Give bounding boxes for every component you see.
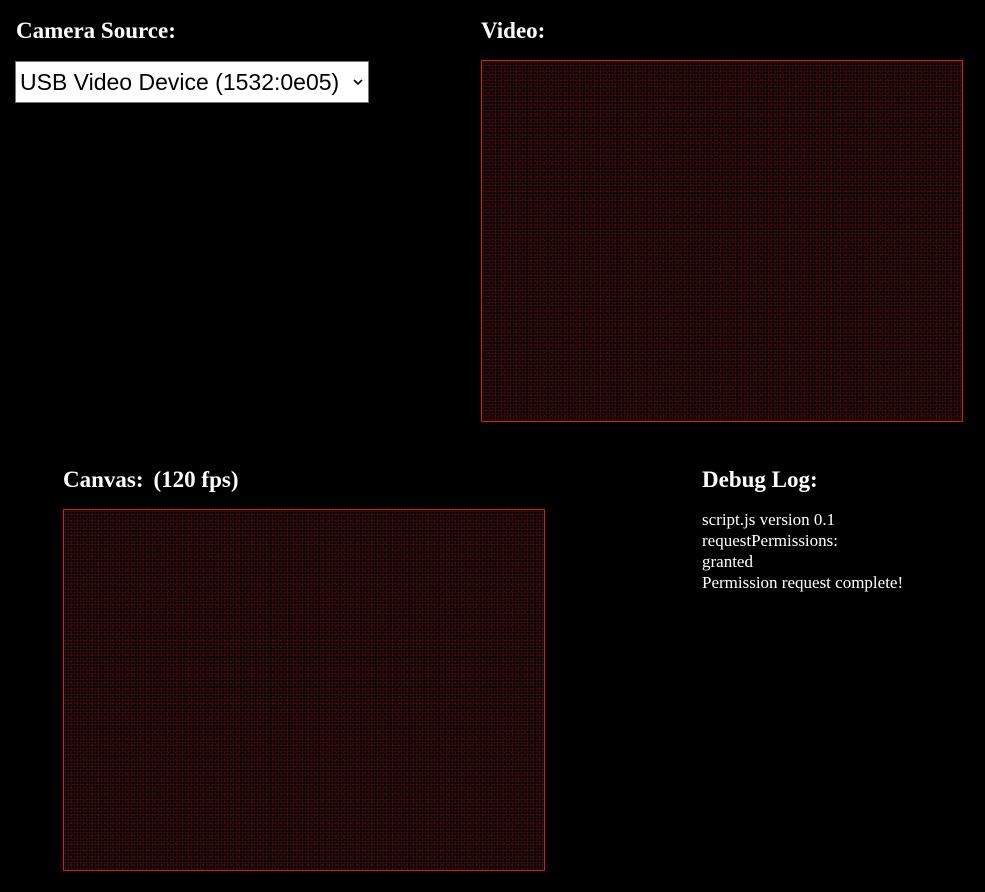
- debug-log-line: granted: [702, 552, 753, 571]
- camera-source-selected-value: USB Video Device (1532:0e05): [20, 68, 340, 95]
- camera-test-page: Camera Source: USB Video Device (1532:0e…: [0, 0, 985, 892]
- canvas-feed: [63, 509, 545, 871]
- canvas-heading: Canvas: (120 fps): [63, 466, 239, 494]
- chevron-down-icon: [353, 79, 363, 86]
- debug-log-label: Debug Log:: [702, 467, 818, 492]
- canvas-label: Canvas:: [63, 467, 144, 492]
- camera-source-select[interactable]: USB Video Device (1532:0e05): [15, 61, 369, 103]
- debug-log: script.js version 0.1 requestPermissions…: [702, 509, 903, 593]
- debug-log-line: script.js version 0.1: [702, 510, 836, 529]
- video-feed: [481, 60, 963, 422]
- debug-log-line: requestPermissions:: [702, 531, 838, 550]
- camera-source-label: Camera Source:: [16, 18, 176, 43]
- video-label: Video:: [481, 18, 546, 43]
- fps-readout: (120 fps): [153, 467, 239, 492]
- debug-log-line: Permission request complete!: [702, 573, 904, 592]
